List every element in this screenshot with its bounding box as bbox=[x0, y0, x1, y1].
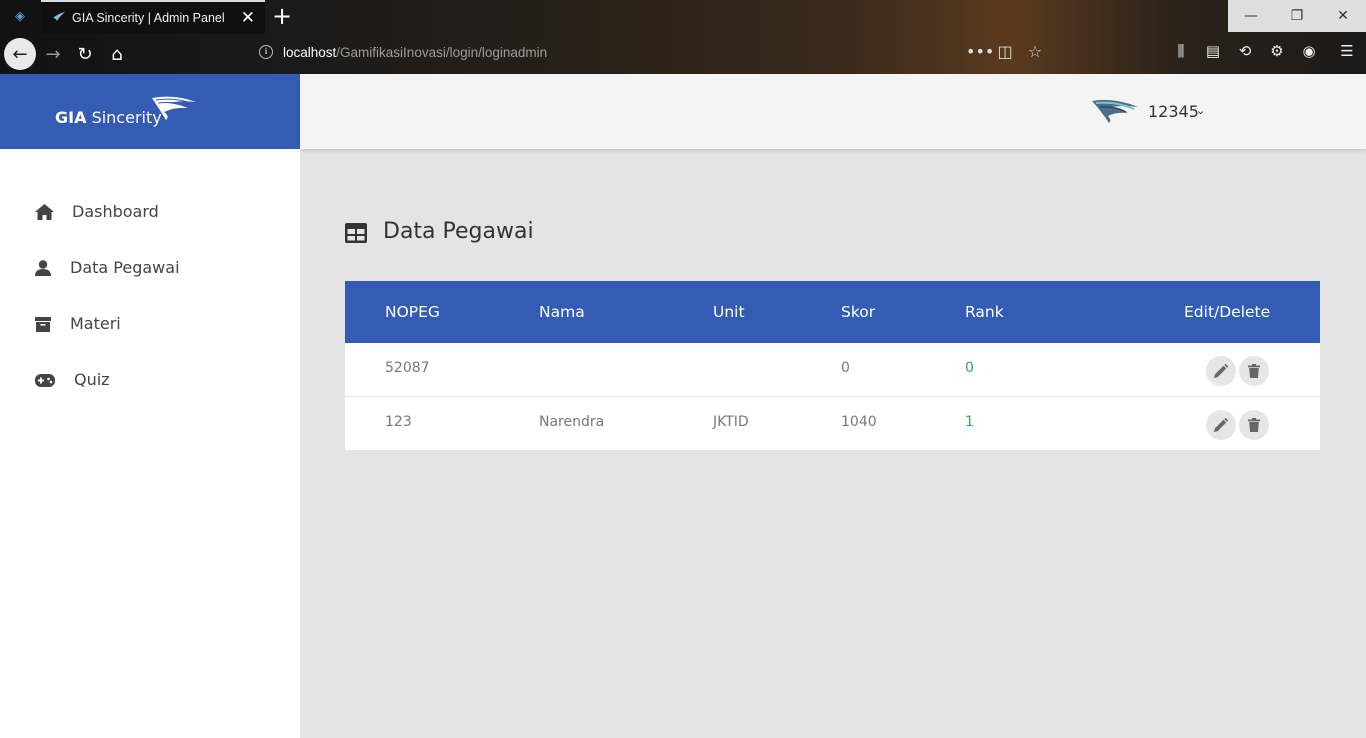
bookmark-star-icon[interactable]: ☆ bbox=[1026, 42, 1044, 61]
cell-nama: Narendra bbox=[539, 414, 605, 430]
cell-skor: 0 bbox=[841, 360, 850, 376]
column-header-skor: Skor bbox=[841, 303, 876, 321]
window-controls: — ❐ ✕ bbox=[1228, 0, 1366, 32]
sidebar-item-dashboard[interactable]: Dashboard bbox=[0, 192, 300, 232]
cell-rank: 1 bbox=[965, 414, 974, 430]
employee-table: NOPEG Nama Unit Skor Rank Edit/Delete 52… bbox=[345, 281, 1320, 451]
sidebar-item-quiz[interactable]: Quiz bbox=[0, 360, 300, 400]
wing-favicon-icon bbox=[53, 12, 65, 21]
browser-logo-icon: ◈ bbox=[15, 9, 25, 24]
restore-button[interactable]: ❐ bbox=[1274, 0, 1320, 32]
edit-button[interactable] bbox=[1206, 356, 1236, 386]
close-window-button[interactable]: ✕ bbox=[1320, 0, 1366, 32]
extension-icon[interactable]: ⚙ bbox=[1266, 42, 1288, 60]
trash-icon bbox=[1248, 418, 1260, 432]
pencil-icon bbox=[1214, 364, 1228, 378]
main-content: Data Pegawai NOPEG Nama Unit Skor Rank E… bbox=[300, 149, 1366, 738]
home-icon bbox=[34, 202, 54, 222]
reload-button[interactable]: ↻ bbox=[69, 38, 101, 70]
browser-tab[interactable]: GIA Sincerity | Admin Panel ✕ bbox=[41, 0, 265, 34]
forward-button[interactable]: → bbox=[37, 38, 69, 70]
cell-nopeg: 123 bbox=[385, 414, 412, 430]
sidebar-item-label: Dashboard bbox=[72, 202, 159, 221]
sidebar-item-label: Materi bbox=[70, 314, 121, 333]
trash-icon bbox=[1248, 364, 1260, 378]
user-avatar-logo-icon bbox=[1092, 99, 1138, 123]
url-actions: ••• ◫ ☆ bbox=[966, 42, 1044, 61]
top-header: 12345 ⌄ bbox=[300, 74, 1366, 149]
table-row: 123 Narendra JKTID 1040 1 bbox=[345, 397, 1320, 451]
sidebar-item-label: Data Pegawai bbox=[70, 258, 180, 277]
sidebar-item-data-pegawai[interactable]: Data Pegawai bbox=[0, 248, 300, 288]
cell-unit: JKTID bbox=[713, 414, 749, 430]
minimize-button[interactable]: — bbox=[1228, 0, 1274, 32]
table-header: NOPEG Nama Unit Skor Rank Edit/Delete bbox=[345, 281, 1320, 343]
user-menu[interactable]: 12345 bbox=[1148, 102, 1199, 121]
new-tab-button[interactable]: + bbox=[272, 3, 292, 29]
cell-rank: 0 bbox=[965, 360, 974, 376]
admin-app: GIA Sincerity 12345 ⌄ Dashboard Data Peg… bbox=[0, 74, 1366, 738]
brand-header[interactable]: GIA Sincerity bbox=[0, 74, 300, 149]
pocket-icon[interactable]: ◫ bbox=[996, 42, 1014, 61]
browser-chrome: ◈ GIA Sincerity | Admin Panel ✕ + — ❐ ✕ … bbox=[0, 0, 1366, 74]
column-header-unit: Unit bbox=[713, 303, 745, 321]
address-bar[interactable]: i localhost/GamifikasiInovasi/login/logi… bbox=[256, 43, 1056, 65]
tab-bar: ◈ GIA Sincerity | Admin Panel ✕ + — ❐ ✕ bbox=[0, 0, 1366, 34]
delete-button[interactable] bbox=[1239, 410, 1269, 440]
column-header-nama: Nama bbox=[539, 303, 585, 321]
edit-button[interactable] bbox=[1206, 410, 1236, 440]
cell-nopeg: 52087 bbox=[385, 360, 430, 376]
home-button[interactable]: ⌂ bbox=[101, 38, 133, 70]
table-icon bbox=[345, 223, 367, 243]
back-button[interactable]: ← bbox=[4, 38, 36, 70]
sidebar-item-label: Quiz bbox=[74, 370, 110, 389]
table-row: 52087 0 0 bbox=[345, 343, 1320, 397]
sidebar: Dashboard Data Pegawai Materi Quiz bbox=[0, 149, 300, 738]
tab-title: GIA Sincerity | Admin Panel bbox=[72, 11, 225, 25]
url-text[interactable]: localhost/GamifikasiInovasi/login/logina… bbox=[283, 45, 547, 60]
gamepad-icon bbox=[35, 370, 55, 390]
sidebar-item-materi[interactable]: Materi bbox=[0, 304, 300, 344]
chevron-down-icon[interactable]: ⌄ bbox=[1196, 104, 1205, 117]
reader-view-icon[interactable]: ▤ bbox=[1202, 42, 1224, 60]
user-icon bbox=[33, 258, 53, 278]
sync-icon[interactable]: ⟲ bbox=[1234, 42, 1256, 60]
brand-logo-text: GIA Sincerity bbox=[55, 108, 162, 127]
info-icon[interactable]: i bbox=[259, 45, 273, 59]
page-title: Data Pegawai bbox=[383, 219, 534, 244]
navigation-bar: ← → ↻ ⌂ i localhost/GamifikasiInovasi/lo… bbox=[0, 34, 1366, 74]
url-host: localhost bbox=[283, 45, 337, 60]
column-header-edit-delete: Edit/Delete bbox=[1184, 303, 1271, 321]
library-icon[interactable]: ⫼ bbox=[1170, 42, 1192, 60]
pencil-icon bbox=[1214, 418, 1228, 432]
url-path: /GamifikasiInovasi/login/loginadmin bbox=[336, 45, 548, 60]
column-header-nopeg: NOPEG bbox=[385, 303, 440, 321]
more-icon[interactable]: ••• bbox=[966, 42, 994, 61]
menu-icon[interactable]: ☰ bbox=[1336, 42, 1358, 60]
archive-icon bbox=[33, 314, 53, 334]
column-header-rank: Rank bbox=[965, 303, 1004, 321]
wing-logo-icon bbox=[152, 96, 196, 120]
cell-skor: 1040 bbox=[841, 414, 877, 430]
browser-toolbar: ⫼ ▤ ⟲ ⚙ ◉ ☰ bbox=[1170, 42, 1358, 60]
tab-close-icon[interactable]: ✕ bbox=[241, 8, 255, 28]
delete-button[interactable] bbox=[1239, 356, 1269, 386]
account-icon[interactable]: ◉ bbox=[1298, 42, 1320, 60]
